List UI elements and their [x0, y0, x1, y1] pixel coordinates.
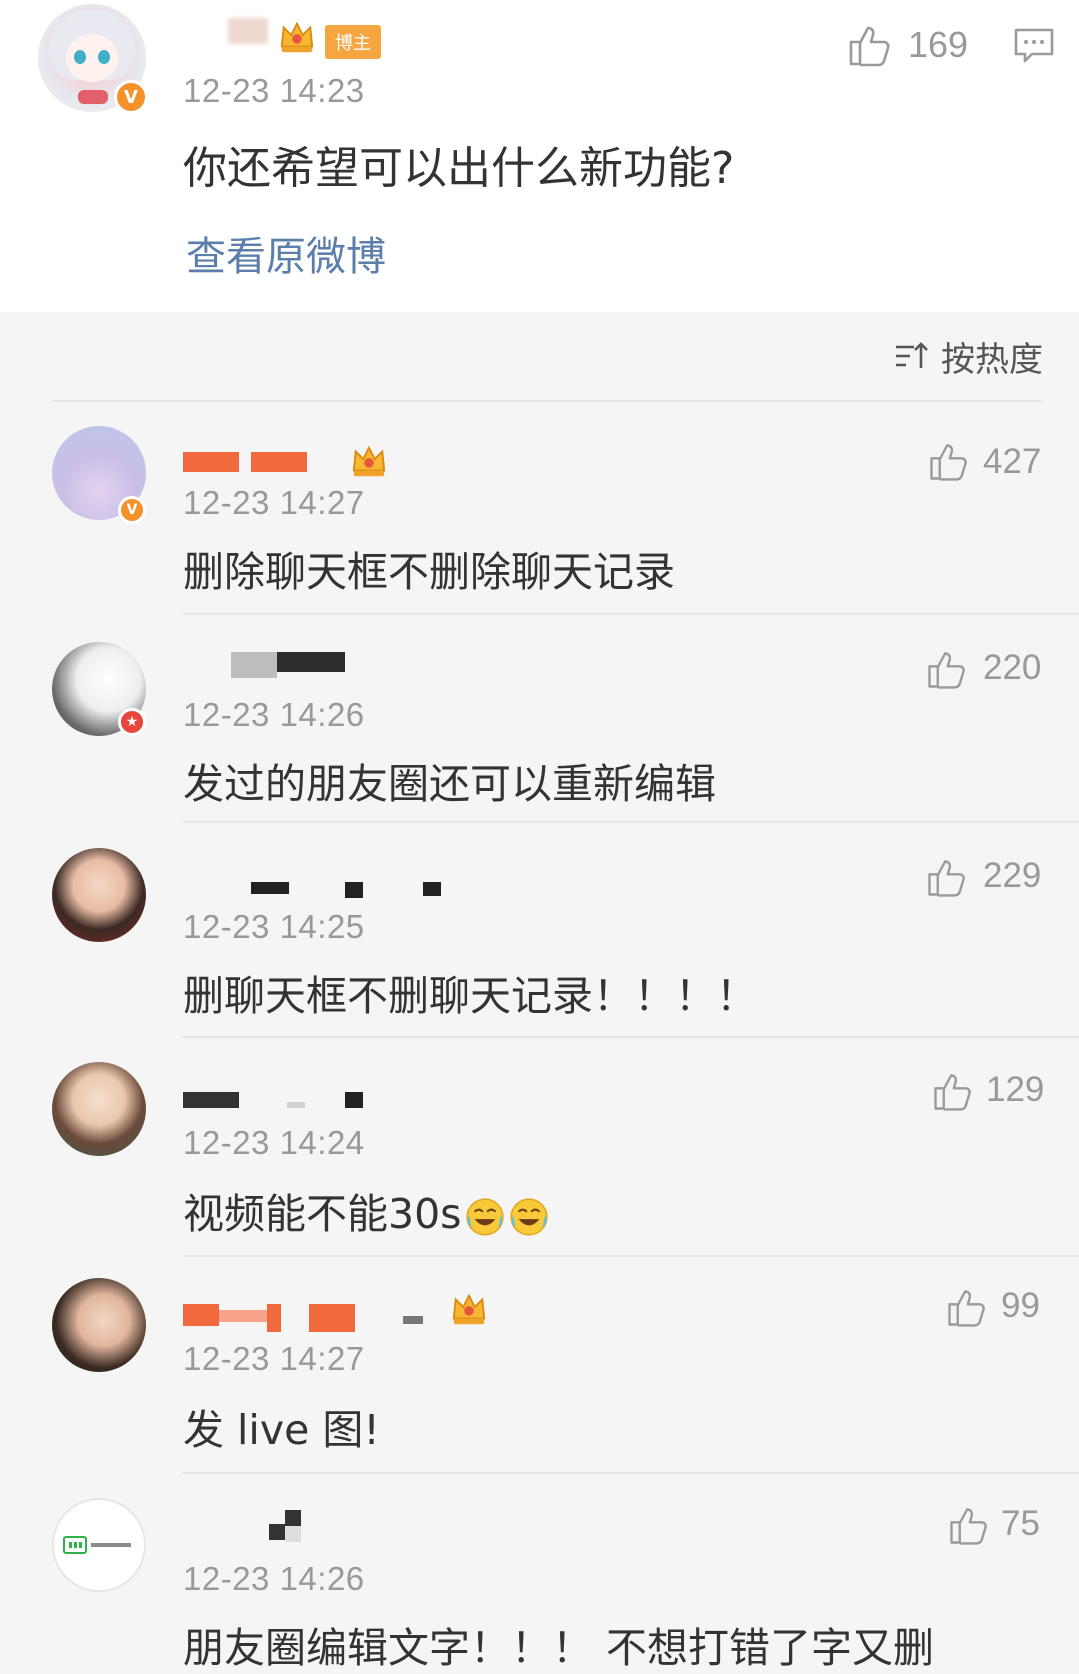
comment-text: 视频能不能30s — [183, 1180, 550, 1240]
avatar[interactable] — [52, 1062, 146, 1156]
divider — [183, 613, 1079, 615]
thumbs-up-icon[interactable] — [930, 1070, 974, 1114]
thumbs-up-icon[interactable] — [944, 1286, 988, 1330]
like-count[interactable]: 129 — [986, 1070, 1044, 1110]
comment-text-content: 视频能不能30s — [183, 1190, 462, 1238]
comment-time: 12-23 14:24 — [183, 1124, 365, 1161]
divider — [183, 1036, 1079, 1038]
laughing-tears-emoji-icon — [508, 1196, 550, 1238]
like-count[interactable]: 229 — [983, 856, 1041, 896]
comment-text: 发过的朋友圈还可以重新编辑 — [183, 760, 716, 808]
like-count[interactable]: 99 — [1001, 1286, 1040, 1326]
thumbs-up-icon[interactable] — [946, 1504, 990, 1548]
comment-icon[interactable] — [1013, 26, 1055, 66]
crown-icon — [278, 18, 316, 56]
avatar[interactable] — [52, 1278, 146, 1372]
comment-time: 12-23 14:26 — [183, 696, 365, 733]
verified-badge-icon: V — [118, 496, 146, 524]
crown-icon — [350, 442, 388, 480]
thumbs-up-icon[interactable] — [924, 648, 968, 692]
verified-badge-icon: ★ — [118, 708, 146, 736]
comment-text: 朋友圈编辑文字！！！ 不想打错了字又删 — [183, 1624, 935, 1672]
avatar[interactable] — [52, 1498, 146, 1592]
verified-badge-icon: V — [114, 80, 148, 114]
like-count[interactable]: 427 — [983, 442, 1041, 482]
thumbs-up-icon[interactable] — [926, 440, 970, 484]
divider — [183, 1255, 1079, 1257]
avatar[interactable] — [52, 848, 146, 942]
laughing-tears-emoji-icon — [464, 1196, 506, 1238]
sort-label: 按热度 — [941, 339, 1043, 380]
like-count[interactable]: 169 — [908, 24, 968, 66]
divider — [183, 821, 1079, 823]
view-original-link[interactable]: 查看原微博 — [186, 224, 386, 282]
comment-time: 12-23 14:25 — [183, 908, 365, 945]
iqiyi-logo-icon — [63, 1536, 131, 1554]
divider — [183, 1472, 1079, 1474]
comment-time: 12-23 14:27 — [183, 484, 365, 521]
comment-time: 12-23 14:26 — [183, 1560, 365, 1597]
like-count[interactable]: 75 — [1001, 1504, 1040, 1544]
comment-text: 删聊天框不删聊天记录！！！！ — [183, 972, 757, 1020]
comment-text: 删除聊天框不删除聊天记录 — [183, 548, 675, 596]
blogger-badge: 博主 — [325, 25, 381, 59]
comment-time: 12-23 14:27 — [183, 1340, 365, 1377]
thumbs-up-icon[interactable] — [845, 22, 893, 70]
divider — [52, 400, 1042, 402]
thumbs-up-icon[interactable] — [924, 856, 968, 900]
sort-button[interactable]: 按热度 — [893, 334, 1043, 380]
username-redacted[interactable] — [228, 18, 268, 44]
sort-icon — [896, 342, 928, 368]
comment-text: 发 live 图! — [183, 1406, 380, 1454]
post-text: 你还希望可以出什么新功能? — [183, 143, 735, 194]
like-count[interactable]: 220 — [983, 648, 1041, 688]
crown-icon — [450, 1290, 488, 1328]
post-time: 12-23 14:23 — [183, 72, 365, 109]
original-post: V 博主 12-23 14:23 169 你还希望可以出什么新功能? 查看原微博 — [0, 0, 1079, 312]
